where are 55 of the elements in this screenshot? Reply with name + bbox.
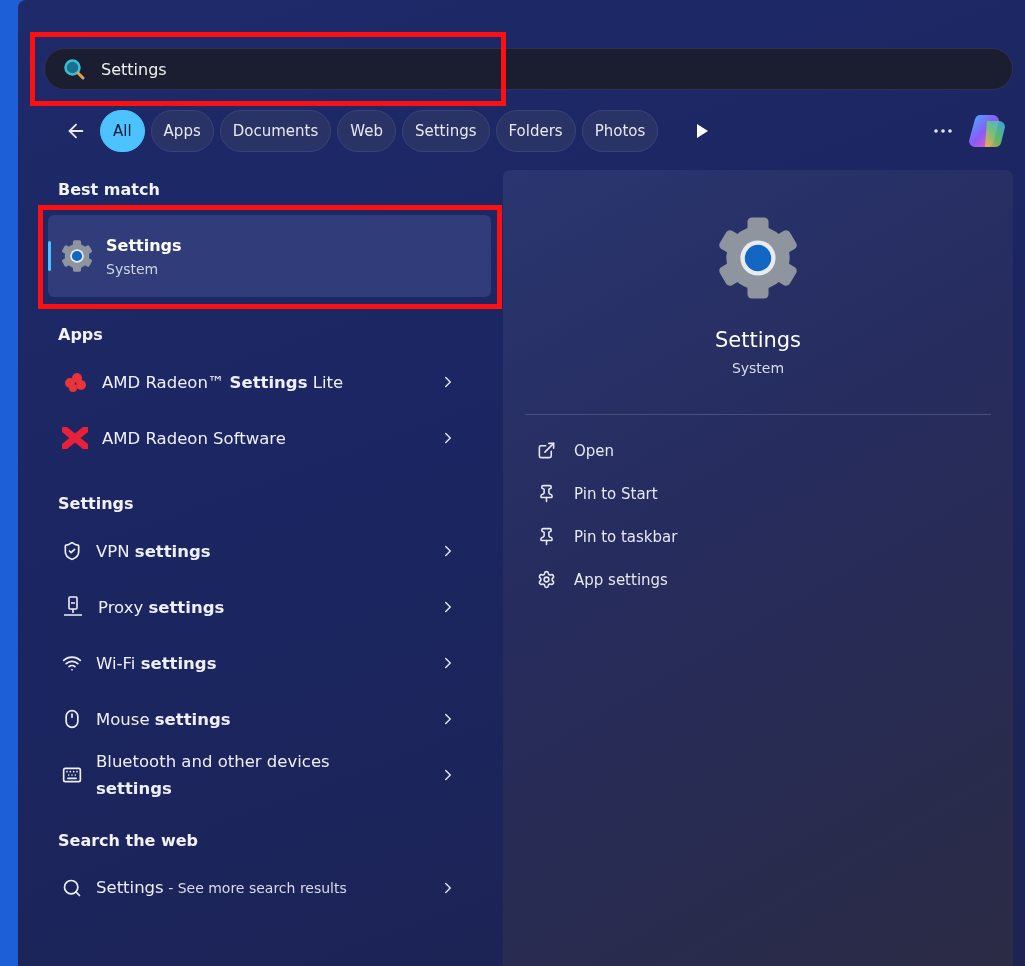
item-title: Settings: [106, 235, 182, 255]
result-label: Proxy settings: [98, 596, 226, 619]
action-item[interactable]: App settings: [537, 558, 1013, 601]
result-item[interactable]: Settings - See more search results: [44, 860, 491, 916]
result-item[interactable]: AMD Radeon Software: [44, 410, 491, 466]
gear-icon: [60, 239, 94, 273]
item-subtitle: System: [106, 260, 160, 277]
section-heading: Apps: [57, 324, 104, 346]
settings-icon: [537, 570, 556, 589]
filter-tab[interactable]: Folders: [495, 110, 576, 152]
result-item[interactable]: VPN settings: [44, 523, 491, 579]
pin-icon: [537, 484, 556, 503]
filter-tab[interactable]: Apps: [150, 110, 214, 152]
action-item[interactable]: Pin to taskbar: [537, 515, 1013, 558]
result-label: Bluetooth and other devices settings: [96, 751, 331, 800]
pin-icon: [537, 527, 556, 546]
result-item[interactable]: Mouse settings: [44, 691, 491, 747]
section-heading: Best match: [57, 179, 161, 201]
filter-tab[interactable]: All: [100, 110, 145, 152]
more-icon: [934, 129, 952, 133]
wifi-icon: [62, 653, 82, 673]
result-item[interactable]: Bluetooth and other devices settings: [44, 747, 491, 803]
detail-subtitle: System: [731, 360, 785, 376]
result-label: Mouse settings: [96, 708, 232, 731]
search-icon: [63, 58, 85, 80]
result-item[interactable]: Proxy settings: [44, 579, 491, 635]
cross-logo-icon: [62, 427, 88, 449]
shield-icon: [62, 541, 82, 561]
result-label: Settings - See more search results: [96, 877, 348, 899]
filter-tab[interactable]: Photos: [581, 110, 659, 152]
mouse-icon: [62, 709, 82, 729]
section-heading: Search the web: [57, 830, 200, 852]
selection-indicator: [48, 241, 51, 271]
filter-tab[interactable]: Web: [337, 110, 396, 152]
external-link-icon: [537, 441, 556, 460]
result-label: AMD Radeon™ Settings Lite: [102, 371, 345, 394]
search-icon: [62, 878, 82, 898]
detail-title: Settings: [714, 328, 802, 352]
result-label: VPN settings: [96, 540, 212, 563]
search-input[interactable]: Settings: [99, 58, 994, 80]
result-label: Wi-Fi settings: [96, 652, 218, 675]
result-label: AMD Radeon Software: [102, 427, 287, 450]
best-match-item[interactable]: Settings System: [48, 215, 491, 297]
result-item[interactable]: AMD Radeon™ Settings Lite: [44, 354, 491, 410]
action-item[interactable]: Open: [537, 429, 1013, 472]
result-item[interactable]: Wi-Fi settings: [44, 635, 491, 691]
play-icon: [695, 123, 710, 139]
filter-tab[interactable]: Documents: [219, 110, 332, 152]
cluster-logo-icon: [62, 371, 88, 393]
filter-tab[interactable]: Settings: [401, 110, 490, 152]
keyboard-icon: [62, 765, 82, 785]
search-field[interactable]: Settings: [44, 48, 1013, 90]
action-item[interactable]: Pin to Start: [537, 472, 1013, 515]
section-heading: Settings: [57, 493, 135, 515]
proxy-icon: [62, 596, 84, 618]
